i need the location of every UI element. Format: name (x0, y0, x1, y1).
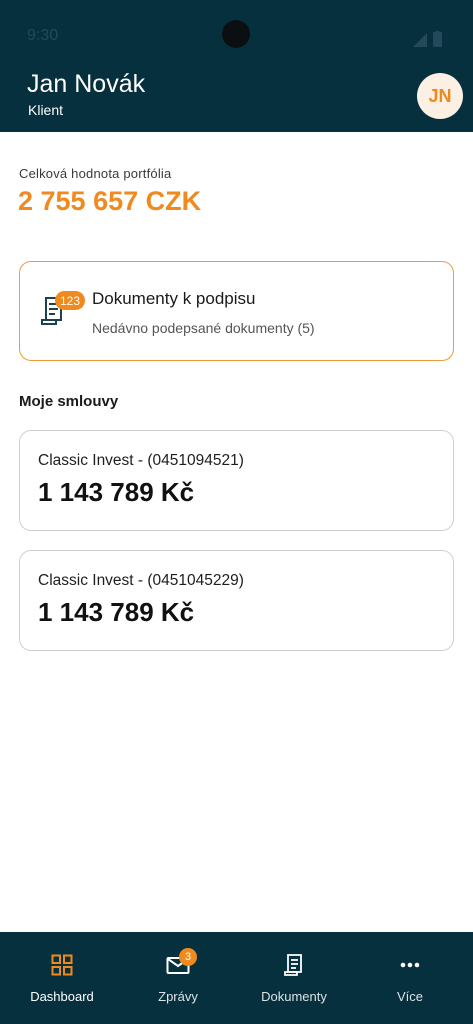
nav-label-dashboard: Dashboard (30, 989, 94, 1004)
status-time: 9:30 (27, 27, 59, 44)
nav-item-dashboard[interactable]: Dashboard (3, 932, 121, 1024)
portfolio-label: Celková hodnota portfólia (19, 166, 172, 181)
contract-name: Classic Invest - (0451045229) (38, 572, 244, 589)
contract-card[interactable]: Classic Invest - (0451045229) 1 143 789 … (19, 550, 454, 651)
documents-count-badge: 123 (55, 291, 86, 310)
nav-label-messages: Zprávy (158, 989, 198, 1004)
bottom-navigation: Dashboard Zprávy Dokumenty Více (0, 932, 473, 1024)
avatar[interactable]: JN (417, 73, 463, 119)
portfolio-value: 2 755 657 CZK (18, 186, 202, 216)
documents-to-sign-card[interactable]: 123 Dokumenty k podpisu Nedávno podepsan… (19, 261, 454, 361)
status-bar: 9:30 (0, 0, 473, 72)
messages-count-badge: 3 (179, 948, 197, 966)
app-screen: 9:30 Jan Novák Klient JN Celková hodnota… (0, 0, 473, 1024)
contracts-section-title: Moje smlouvy (19, 393, 119, 410)
nav-item-more[interactable]: Více (351, 932, 469, 1024)
contract-value: 1 143 789 Kč (38, 477, 195, 507)
dashboard-grid-icon (51, 954, 73, 976)
signal-battery-icon (413, 31, 442, 47)
app-header: 9:30 Jan Novák Klient JN (0, 0, 473, 132)
contract-name: Classic Invest - (0451094521) (38, 452, 244, 469)
document-icon (284, 954, 302, 976)
contract-value: 1 143 789 Kč (38, 597, 195, 627)
documents-card-title: Dokumenty k podpisu (92, 289, 256, 308)
documents-card-subtitle: Nedávno podepsané dokumenty (5) (92, 320, 315, 336)
user-role: Klient (28, 102, 64, 118)
more-dots-icon (400, 962, 420, 968)
contract-card[interactable]: Classic Invest - (0451094521) 1 143 789 … (19, 430, 454, 531)
nav-label-more: Více (396, 989, 423, 1004)
camera-cutout (222, 20, 250, 48)
user-name: Jan Novák (27, 70, 146, 98)
nav-item-messages[interactable]: Zprávy (119, 932, 237, 1024)
nav-item-documents[interactable]: Dokumenty (235, 932, 353, 1024)
nav-label-documents: Dokumenty (261, 989, 327, 1004)
